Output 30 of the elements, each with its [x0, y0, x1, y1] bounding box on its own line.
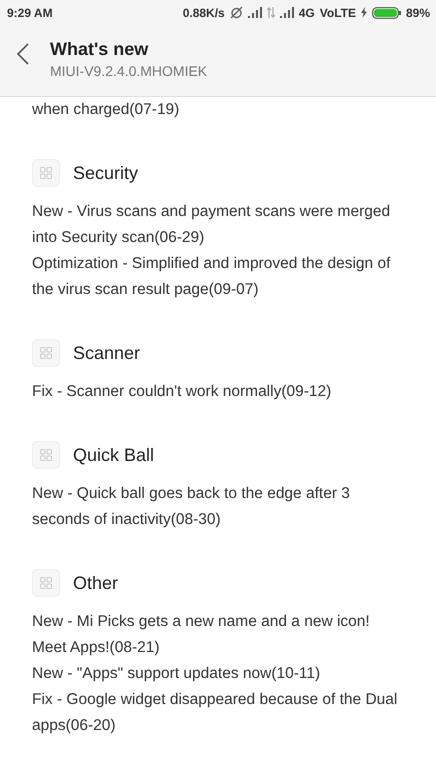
changelog-text: Fix - Google widget disappeared because of the Dual apps(06-20)	[32, 690, 398, 736]
version-label: MIUI-V9.2.4.0.MHOMIEK	[50, 63, 208, 79]
changelog-text: New - Quick ball goes back to the edge after 3 seconds of inactivity(08-30)	[32, 484, 351, 530]
page-title: What's new	[50, 39, 150, 60]
section-title: Security	[73, 162, 138, 185]
network-speed: 0.88K/s	[182, 6, 225, 20]
grid-icon	[32, 159, 60, 187]
changelog-text: Fix - Scanner couldn't work normally(09-12)	[32, 382, 332, 402]
charging-bolt-icon	[360, 7, 367, 18]
grid-icon	[32, 339, 60, 367]
grid-icon	[32, 569, 60, 597]
alarm-off-icon	[230, 6, 243, 19]
changelog-text: New - "Apps" support updates now(10-11)	[32, 664, 322, 684]
back-icon[interactable]	[16, 43, 30, 65]
section-title: Scanner	[73, 342, 140, 365]
clock-time: 9:29 AM	[7, 6, 54, 20]
signal-icon	[248, 7, 262, 18]
network-type: 4G	[298, 6, 315, 20]
changelog-text: New - Virus scans and payment scans were merged into Security scan(06-29)	[32, 202, 392, 248]
section-title: Quick Ball	[73, 444, 154, 467]
signal-icon	[280, 7, 294, 18]
volte-label: VoLTE	[320, 6, 356, 20]
data-arrows-icon	[266, 7, 275, 18]
battery-icon	[372, 6, 401, 18]
changelog-text: Optimization - Simplified and improved the design of the virus scan result page(09-07)	[32, 254, 392, 300]
battery-percent: 89%	[406, 6, 430, 20]
grid-icon	[32, 441, 60, 469]
changelog-text: when charged(07-19)	[32, 100, 180, 120]
section-title: Other	[73, 572, 118, 595]
changelog-text: New - Mi Picks gets a new name and a new icon! Meet Apps!(08-21)	[32, 612, 371, 658]
